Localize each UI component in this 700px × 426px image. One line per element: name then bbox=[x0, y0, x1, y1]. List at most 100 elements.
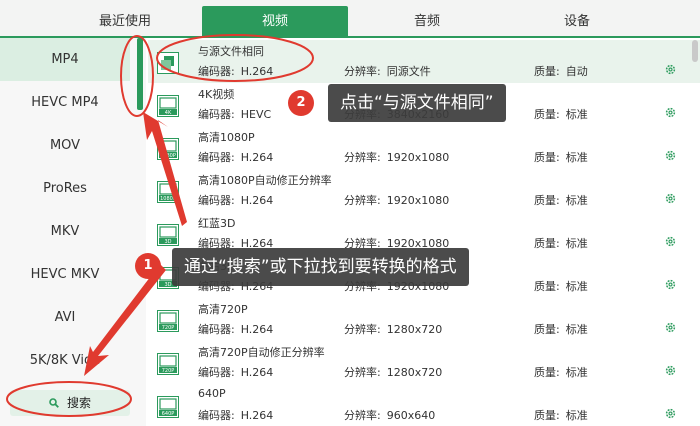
video-format-icon: 1080P bbox=[157, 181, 179, 203]
search-icon bbox=[49, 398, 59, 408]
encoder-label: 编码器: bbox=[198, 108, 235, 121]
format-row-title: 高清1080P bbox=[198, 131, 255, 144]
quality: 质量: 标准 bbox=[534, 364, 588, 380]
quality-label: 质量: bbox=[534, 409, 560, 422]
quality: 质量: 标准 bbox=[534, 106, 588, 122]
quality: 质量: 标准 bbox=[534, 407, 588, 423]
format-row[interactable]: 720P 高清720P自动修正分辨率 编码器: H.264 分辨率: 1280x720 质量… bbox=[148, 341, 700, 384]
encoder: 编码器: H.264 bbox=[198, 364, 273, 380]
format-row[interactable]: 与源文件相同 编码器: H.264 分辨率: 同源文件 质量: 自动 bbox=[148, 40, 700, 83]
svg-text:1080P: 1080P bbox=[160, 196, 176, 202]
gear-icon[interactable] bbox=[664, 235, 677, 248]
quality-value: 标准 bbox=[565, 108, 588, 121]
encoder-value: H.264 bbox=[240, 194, 274, 207]
quality-value: 标准 bbox=[565, 323, 588, 336]
svg-text:3D: 3D bbox=[164, 239, 171, 245]
resolution-value: 1920x1080 bbox=[386, 194, 450, 207]
encoder-value: H.264 bbox=[240, 409, 274, 422]
gear-icon[interactable] bbox=[664, 278, 677, 291]
format-row[interactable]: 1080P 高清1080P自动修正分辨率 编码器: H.264 分辨率: 1920x108… bbox=[148, 169, 700, 212]
quality: 质量: 标准 bbox=[534, 235, 588, 251]
svg-text:640P: 640P bbox=[162, 411, 175, 417]
sidebar-item-mkv[interactable]: MKV bbox=[0, 210, 130, 253]
list-scrollbar[interactable] bbox=[692, 40, 698, 62]
format-row[interactable]: 720P 高清720P 编码器: H.264 分辨率: 1280x720 质量: 标准 bbox=[148, 298, 700, 341]
gear-icon[interactable] bbox=[664, 192, 677, 205]
gear-icon[interactable] bbox=[664, 364, 677, 377]
search-button[interactable]: 搜索 bbox=[10, 390, 130, 416]
encoder-label: 编码器: bbox=[198, 366, 235, 379]
gear-icon[interactable] bbox=[664, 63, 677, 76]
tab-audio[interactable]: 音频 bbox=[362, 6, 492, 38]
format-row[interactable]: 640P 640P 编码器: H.264 分辨率: 960x640 质量: 标准 bbox=[148, 384, 700, 426]
sidebar-item-prores[interactable]: ProRes bbox=[0, 167, 130, 210]
encoder-value: H.264 bbox=[240, 323, 274, 336]
quality: 质量: 标准 bbox=[534, 149, 588, 165]
video-format-icon: 720P bbox=[157, 353, 179, 375]
quality: 质量: 标准 bbox=[534, 192, 588, 208]
quality-value: 标准 bbox=[565, 194, 588, 207]
quality-label: 质量: bbox=[534, 65, 560, 78]
resolution-label: 分辨率: bbox=[344, 323, 381, 336]
sidebar-scrollbar[interactable] bbox=[137, 38, 143, 110]
format-row-title: 高清1080P自动修正分辨率 bbox=[198, 174, 332, 187]
gear-icon[interactable] bbox=[664, 106, 677, 119]
quality-label: 质量: bbox=[534, 280, 560, 293]
resolution-value: 960x640 bbox=[386, 409, 436, 422]
sidebar-item-hevc-mkv[interactable]: HEVC MKV bbox=[0, 253, 130, 296]
format-row[interactable]: 1080P 高清1080P 编码器: H.264 分辨率: 1920x1080 质量: 标准 bbox=[148, 126, 700, 169]
sidebar-item-mov[interactable]: MOV bbox=[0, 124, 130, 167]
tab-video[interactable]: 视频 bbox=[202, 6, 348, 38]
quality-label: 质量: bbox=[534, 237, 560, 250]
resolution: 分辨率: 1920x1080 bbox=[344, 192, 449, 208]
resolution: 分辨率: 1280x720 bbox=[344, 321, 442, 337]
gear-icon[interactable] bbox=[664, 321, 677, 334]
copy-source-icon bbox=[157, 52, 179, 74]
tab-device[interactable]: 设备 bbox=[512, 6, 642, 38]
svg-text:1080P: 1080P bbox=[160, 153, 176, 159]
sidebar-item-hevc-mp4[interactable]: HEVC MP4 bbox=[0, 81, 130, 124]
tip-search-format: 通过“搜索”或下拉找到要转换的格式 bbox=[172, 248, 469, 286]
encoder-label: 编码器: bbox=[198, 323, 235, 336]
encoder-value: H.264 bbox=[240, 366, 274, 379]
resolution-label: 分辨率: bbox=[344, 194, 381, 207]
encoder: 编码器: H.264 bbox=[198, 407, 273, 423]
svg-text:3D: 3D bbox=[164, 282, 171, 288]
resolution-label: 分辨率: bbox=[344, 65, 381, 78]
encoder: 编码器: H.264 bbox=[198, 63, 273, 79]
sidebar-item-mp4[interactable]: MP4 bbox=[0, 38, 130, 81]
format-row-title: 高清720P自动修正分辨率 bbox=[198, 346, 325, 359]
quality-value: 标准 bbox=[565, 366, 588, 379]
format-row-title: 红蓝3D bbox=[198, 217, 236, 230]
resolution: 分辨率: 1920x1080 bbox=[344, 149, 449, 165]
encoder: 编码器: HEVC bbox=[198, 106, 271, 122]
quality: 质量: 自动 bbox=[534, 63, 588, 79]
tab-recent[interactable]: 最近使用 bbox=[60, 6, 190, 38]
format-row-title: 与源文件相同 bbox=[198, 45, 264, 58]
svg-text:720P: 720P bbox=[162, 325, 175, 331]
quality-value: 标准 bbox=[565, 237, 588, 250]
gear-icon[interactable] bbox=[664, 407, 677, 420]
resolution-label: 分辨率: bbox=[344, 409, 381, 422]
video-format-icon: 4K bbox=[157, 95, 179, 117]
svg-text:720P: 720P bbox=[162, 368, 175, 374]
quality-value: 标准 bbox=[565, 151, 588, 164]
resolution-label: 分辨率: bbox=[344, 151, 381, 164]
quality-label: 质量: bbox=[534, 151, 560, 164]
encoder-label: 编码器: bbox=[198, 65, 235, 78]
encoder-label: 编码器: bbox=[198, 409, 235, 422]
gear-icon[interactable] bbox=[664, 149, 677, 162]
encoder: 编码器: H.264 bbox=[198, 192, 273, 208]
encoder-value: HEVC bbox=[240, 108, 272, 121]
encoder: 编码器: H.264 bbox=[198, 149, 273, 165]
quality-label: 质量: bbox=[534, 108, 560, 121]
step-badge-2: 2 bbox=[288, 90, 314, 116]
sidebar-item-avi[interactable]: AVI bbox=[0, 296, 130, 339]
step-badge-1: 1 bbox=[135, 253, 161, 279]
sidebar-item-5k8k-video[interactable]: 5K/8K Vide bbox=[0, 339, 130, 382]
svg-text:4K: 4K bbox=[165, 110, 172, 116]
quality-label: 质量: bbox=[534, 366, 560, 379]
encoder: 编码器: H.264 bbox=[198, 321, 273, 337]
resolution: 分辨率: 960x640 bbox=[344, 407, 435, 423]
encoder-label: 编码器: bbox=[198, 194, 235, 207]
